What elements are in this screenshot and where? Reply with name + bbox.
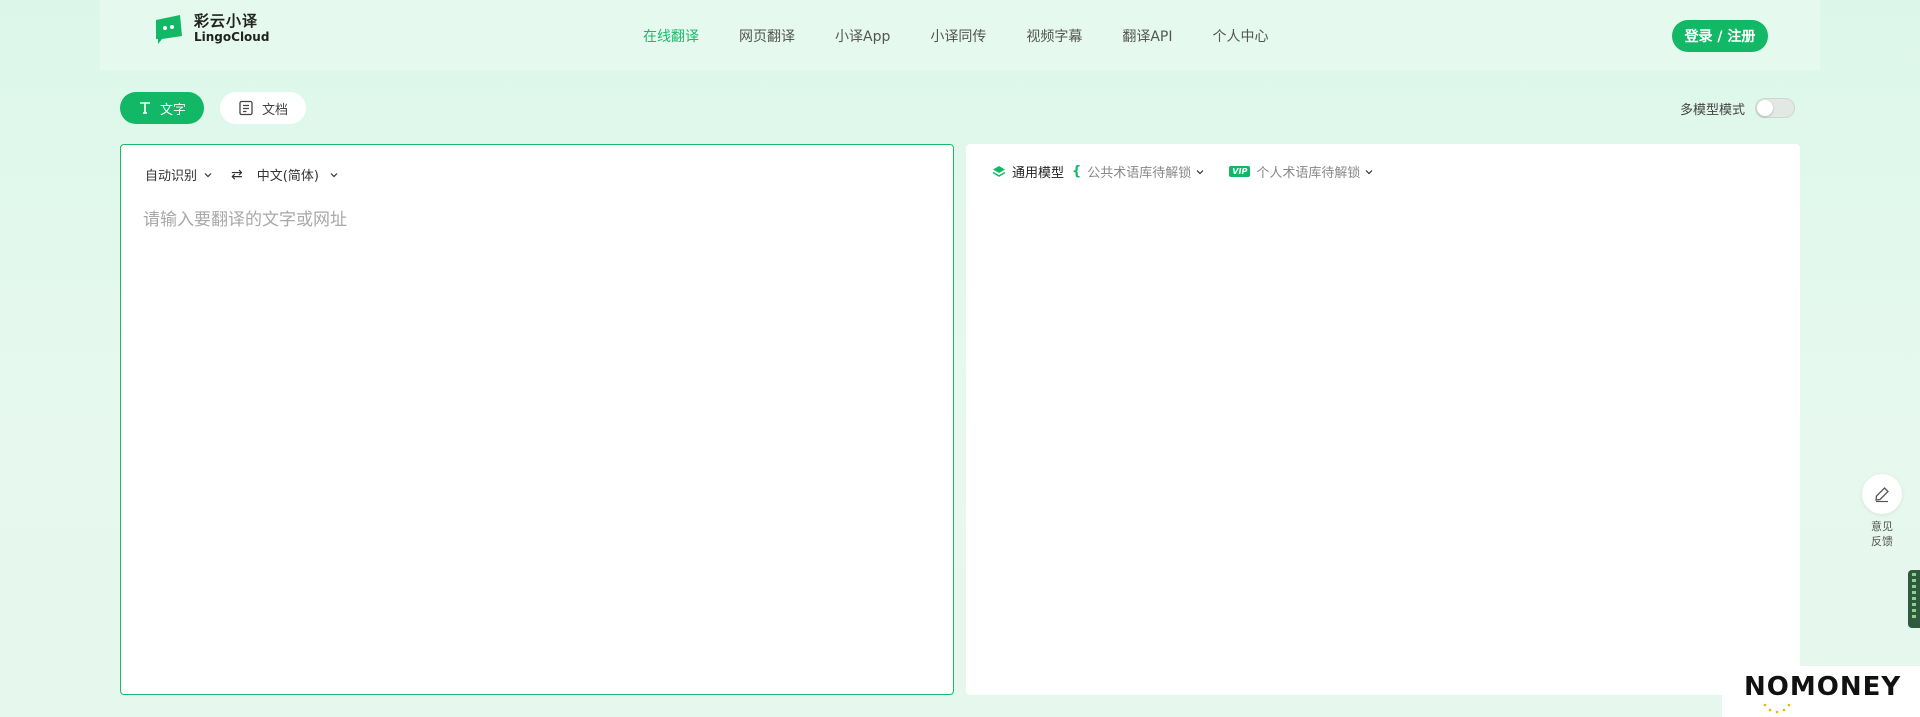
nav-personal-center[interactable]: 个人中心: [1213, 26, 1269, 46]
source-text-input[interactable]: [143, 205, 933, 675]
chevron-down-icon: [204, 172, 212, 177]
main-nav: 在线翻译 网页翻译 小译App 小译同传 视频字幕 翻译API 个人中心: [643, 26, 1309, 46]
logo-name-cn: 彩云小译: [194, 12, 259, 30]
logo-name-en: LingoCloud: [194, 30, 270, 44]
document-icon: [239, 100, 253, 116]
source-language-select[interactable]: 自动识别: [145, 165, 213, 184]
model-label: 通用模型: [1012, 166, 1065, 181]
logo[interactable]: 彩云小译 LingoCloud: [152, 12, 269, 46]
feedback-label-line2: 反馈: [1871, 535, 1893, 548]
mode-tabs: 文字 文档: [120, 92, 322, 124]
watermark: NOMONEY: [1722, 666, 1920, 717]
feedback-button[interactable]: 意见 反馈: [1862, 474, 1902, 549]
source-panel: 自动识别 ⇄ 中文(简体): [120, 144, 954, 695]
chevron-down-icon: [1365, 169, 1373, 174]
brace-icon: {: [1072, 164, 1082, 179]
feedback-label-line1: 意见: [1871, 520, 1893, 533]
logo-icon: [156, 15, 182, 44]
tab-document[interactable]: 文档: [220, 92, 307, 124]
nav-simultaneous[interactable]: 小译同传: [930, 26, 986, 46]
watermark-text: NOMONEY: [1744, 672, 1902, 702]
nav-video-subtitles[interactable]: 视频字幕: [1026, 26, 1082, 46]
tab-text[interactable]: 文字: [120, 92, 205, 124]
nav-online-translate[interactable]: 在线翻译: [643, 26, 699, 46]
text-icon: [140, 102, 150, 114]
tab-text-label: 文字: [160, 102, 187, 118]
language-bar: 自动识别 ⇄ 中文(简体): [145, 165, 339, 184]
target-language-select[interactable]: 中文(简体): [257, 165, 339, 184]
model-bar: 通用模型 { 公共术语库待解锁 VIP 个人术语库待解锁: [992, 162, 1374, 181]
target-language-label: 中文(简体): [256, 169, 319, 184]
top-header: 彩云小译 LingoCloud 在线翻译 网页翻译 小译App 小译同传 视频字…: [100, 0, 1820, 70]
multi-model-toggle[interactable]: [1755, 98, 1796, 118]
layers-icon: [992, 165, 1006, 177]
side-drawer-handle[interactable]: [1908, 570, 1920, 628]
public-terms-label: 公共术语库待解锁: [1087, 166, 1192, 181]
nav-api[interactable]: 翻译API: [1122, 26, 1172, 46]
watermark-dots: [1763, 703, 1791, 714]
vip-badge: VIP: [1229, 166, 1251, 177]
tab-document-label: 文档: [262, 102, 289, 118]
chevron-down-icon: [1196, 169, 1204, 174]
login-register-button[interactable]: 登录 / 注册: [1672, 20, 1768, 52]
multi-model-mode: 多模型模式: [1680, 98, 1796, 118]
nav-web-translate[interactable]: 网页翻译: [739, 26, 795, 46]
swap-icon[interactable]: ⇄: [231, 167, 243, 183]
chevron-down-icon: [330, 172, 338, 177]
personal-terms-label: 个人术语库待解锁: [1256, 166, 1361, 181]
public-terms-select[interactable]: 公共术语库待解锁: [1087, 162, 1205, 181]
target-panel: 通用模型 { 公共术语库待解锁 VIP 个人术语库待解锁: [966, 144, 1800, 695]
multi-model-label: 多模型模式: [1680, 102, 1746, 118]
source-language-label: 自动识别: [145, 169, 198, 184]
nav-app[interactable]: 小译App: [835, 26, 890, 46]
feedback-circle: [1862, 474, 1902, 514]
personal-terms-select[interactable]: 个人术语库待解锁: [1256, 162, 1374, 181]
edit-icon: [1875, 487, 1889, 503]
model-select[interactable]: 通用模型: [992, 162, 1064, 181]
